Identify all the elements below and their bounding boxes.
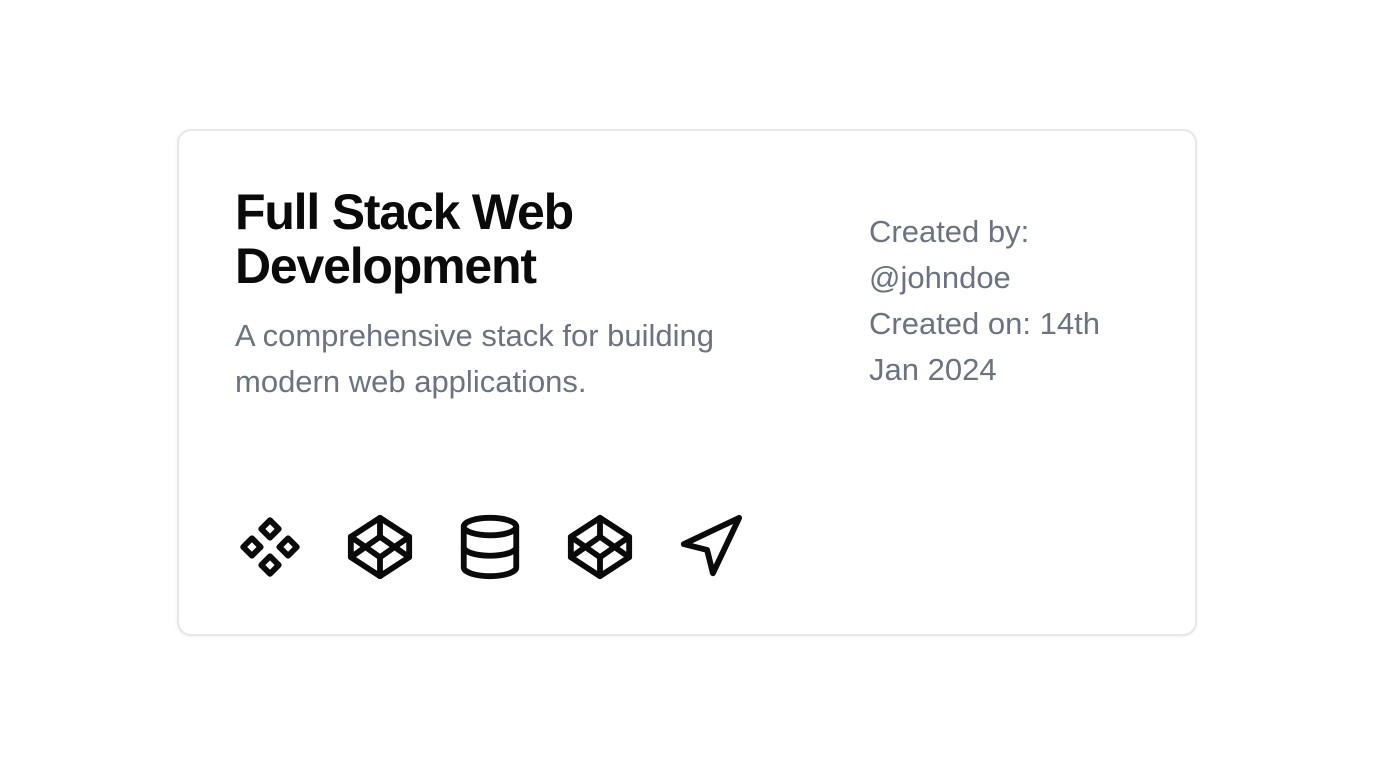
codepen-icon	[565, 512, 635, 582]
database-icon	[455, 512, 525, 582]
stack-description: A comprehensive stack for building moder…	[235, 318, 715, 399]
navigation-arrow-icon	[675, 512, 745, 582]
card-main: Full Stack Web Development A comprehensi…	[235, 185, 795, 405]
created-on-value: Jan 2024	[869, 352, 997, 387]
stack-card[interactable]: Full Stack Web Development A comprehensi…	[177, 129, 1197, 636]
created-on-label: Created on: 14th	[869, 306, 1100, 341]
tech-icon-list	[235, 512, 745, 582]
stack-meta: Created by: @johndoe Created on: 14th Ja…	[869, 209, 1159, 393]
codepen-icon	[345, 512, 415, 582]
stack-title: Full Stack Web Development	[235, 184, 574, 294]
created-by-value: @johndoe	[869, 260, 1011, 295]
created-by-label: Created by:	[869, 214, 1030, 249]
components-icon	[235, 512, 305, 582]
